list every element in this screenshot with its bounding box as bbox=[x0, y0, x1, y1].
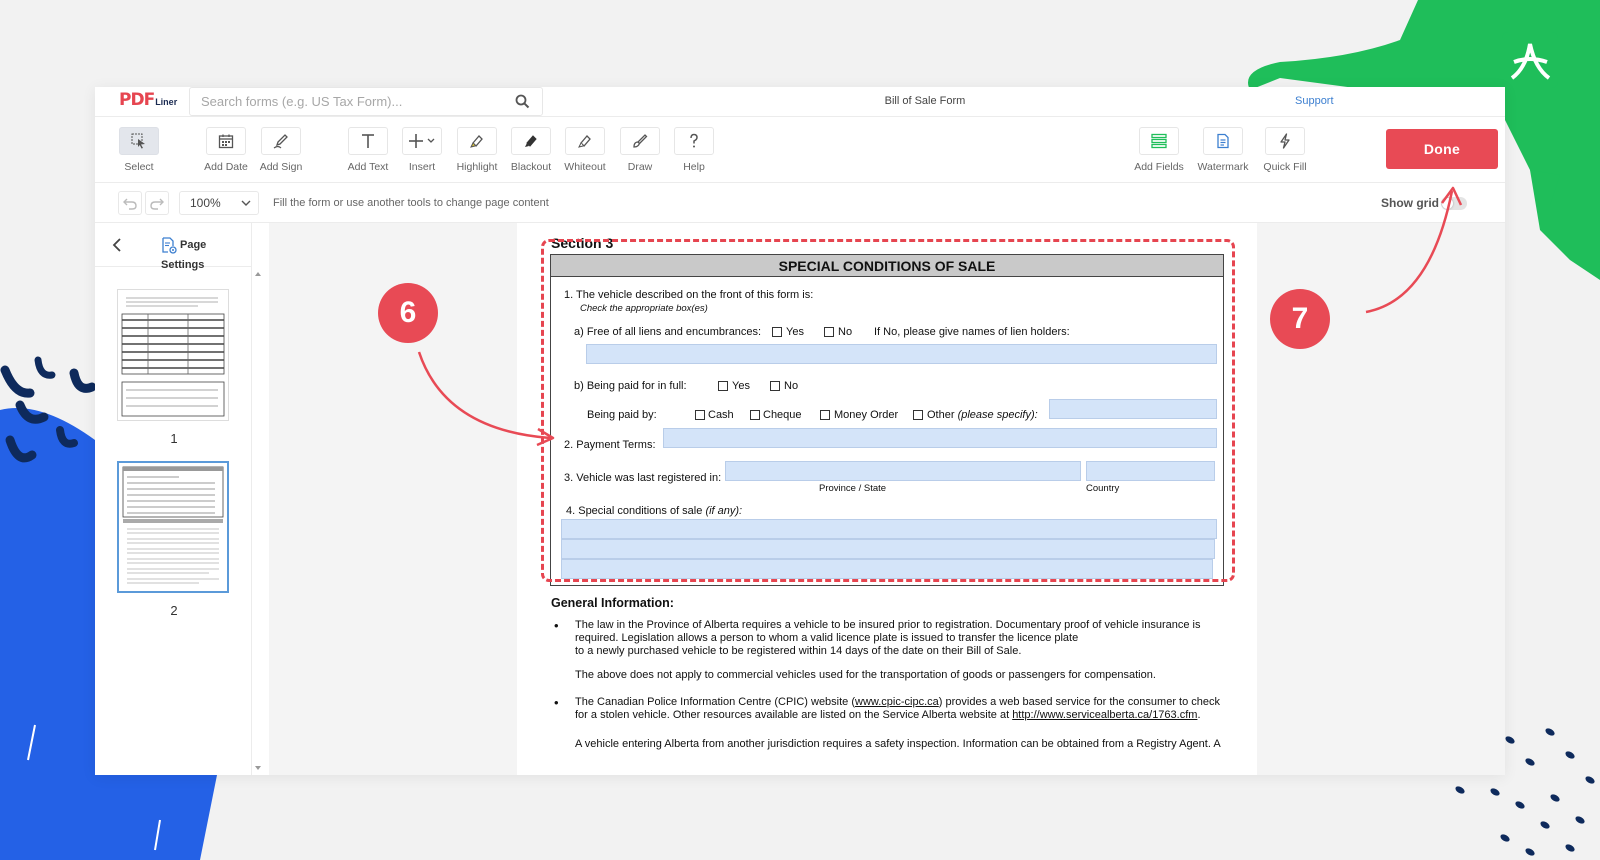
app-window: PDF Liner Bill of Sale Form Support Sele… bbox=[95, 87, 1505, 775]
chevron-left-icon[interactable] bbox=[109, 237, 125, 253]
add-sign-label: Add Sign bbox=[259, 161, 303, 173]
watermark-label: Watermark bbox=[1197, 161, 1249, 173]
search-input[interactable] bbox=[190, 88, 510, 115]
bullet-1-line-3: to a newly purchased vehicle to be regis… bbox=[575, 645, 1022, 657]
highlight-label: Highlight bbox=[456, 161, 498, 173]
show-grid-toggle[interactable] bbox=[1441, 197, 1467, 210]
bullet-1-line-1: The law in the Province of Alberta requi… bbox=[575, 619, 1201, 631]
document-title: Bill of Sale Form bbox=[884, 95, 966, 107]
add-text-button[interactable]: Add Text bbox=[338, 127, 398, 179]
step-6-badge: 6 bbox=[378, 283, 438, 343]
watermark-doc-icon bbox=[1217, 133, 1229, 149]
toolbar-hint-text: Fill the form or use another tools to ch… bbox=[273, 197, 549, 209]
search-box bbox=[189, 87, 543, 116]
select-tool-label: Select bbox=[124, 161, 154, 173]
document-page: Section 3 SPECIAL CONDITIONS OF SALE 1. … bbox=[517, 223, 1257, 775]
page-number: 2 bbox=[170, 603, 178, 618]
quick-fill-label: Quick Fill bbox=[1263, 161, 1307, 173]
undo-button[interactable] bbox=[118, 191, 142, 215]
logo-main-text: PDF bbox=[119, 90, 155, 110]
general-info-bullet-1: The law in the Province of Alberta requi… bbox=[554, 619, 1235, 658]
brush-icon bbox=[633, 134, 648, 148]
highlighter-icon bbox=[470, 135, 483, 148]
add-fields-button[interactable]: Add Fields bbox=[1129, 127, 1189, 179]
bullet-2-text-d: . bbox=[1197, 709, 1201, 721]
calendar-icon bbox=[218, 134, 234, 149]
page-number: 1 bbox=[170, 431, 178, 446]
redo-icon bbox=[150, 198, 164, 210]
general-info-bullet-2: The Canadian Police Information Centre (… bbox=[554, 696, 1235, 722]
redo-button[interactable] bbox=[145, 191, 169, 215]
bullet-2-text-a: The Canadian Police Information Centre (… bbox=[575, 696, 856, 708]
general-info-paragraph-2: The above does not apply to commercial v… bbox=[575, 669, 1156, 681]
pages-sidebar: Page Settings 1 2 bbox=[95, 223, 252, 775]
add-date-button[interactable]: Add Date bbox=[196, 127, 256, 179]
zoom-select[interactable]: 100% bbox=[179, 191, 259, 215]
text-t-icon bbox=[362, 134, 374, 148]
step-7-badge: 7 bbox=[1270, 289, 1330, 349]
whiteout-button[interactable]: Whiteout bbox=[555, 127, 615, 179]
fields-list-icon bbox=[1151, 133, 1167, 149]
show-grid-label: Show grid bbox=[1381, 196, 1439, 210]
sidebar-scrollbar[interactable] bbox=[253, 267, 263, 775]
page-settings-button[interactable]: Page Settings bbox=[161, 235, 251, 271]
blackout-label: Blackout bbox=[510, 161, 552, 173]
blackout-marker-icon bbox=[525, 135, 537, 147]
top-bar: PDF Liner Bill of Sale Form Support bbox=[95, 87, 1505, 117]
plus-dropdown-icon bbox=[409, 134, 435, 148]
whiteout-label: Whiteout bbox=[564, 161, 606, 173]
toolbar: Select Add Date Add Sign Add Text Insert… bbox=[95, 117, 1505, 183]
draw-button[interactable]: Draw bbox=[610, 127, 670, 179]
question-mark-icon bbox=[690, 133, 698, 148]
pdfliner-logo[interactable]: PDF Liner bbox=[119, 90, 177, 114]
undo-icon bbox=[123, 198, 137, 210]
done-button[interactable]: Done bbox=[1386, 129, 1498, 169]
page-thumbnail-1[interactable]: 1 bbox=[117, 289, 231, 446]
page-thumbnail-2[interactable]: 2 bbox=[117, 461, 231, 618]
page-thumbnail-image bbox=[117, 289, 229, 421]
decorative-dark-brush bbox=[0, 356, 97, 463]
bullet-2-line-1: The Canadian Police Information Centre (… bbox=[575, 696, 1235, 709]
secondary-toolbar: 100% Fill the form or use another tools … bbox=[95, 183, 1505, 223]
draw-label: Draw bbox=[627, 161, 653, 173]
zoom-value: 100% bbox=[190, 196, 221, 210]
quick-fill-button[interactable]: Quick Fill bbox=[1255, 127, 1315, 179]
page-1-preview bbox=[121, 297, 225, 417]
bullet-2-line-2: for a stolen vehicle. Other resources av… bbox=[575, 709, 1235, 722]
insert-button[interactable]: Insert bbox=[392, 127, 452, 179]
add-sign-button[interactable]: Add Sign bbox=[251, 127, 311, 179]
watermark-button[interactable]: Watermark bbox=[1193, 127, 1253, 179]
page-2-preview bbox=[122, 466, 224, 584]
highlight-button[interactable]: Highlight bbox=[447, 127, 507, 179]
search-icon[interactable] bbox=[515, 94, 530, 109]
add-date-label: Add Date bbox=[204, 161, 248, 173]
page-thumbnail-image bbox=[117, 461, 229, 593]
logo-sub-text: Liner bbox=[155, 97, 178, 107]
highlight-dashed-outline bbox=[541, 239, 1235, 582]
add-text-label: Add Text bbox=[347, 161, 389, 173]
add-fields-label: Add Fields bbox=[1134, 161, 1184, 173]
whiteout-marker-icon bbox=[578, 135, 591, 148]
sidebar-header: Page Settings bbox=[95, 223, 251, 271]
general-info-bullet-3: A vehicle entering Alberta from another … bbox=[575, 738, 1235, 751]
general-information-title: General Information: bbox=[551, 596, 674, 610]
pdfliner-logo-icon bbox=[1502, 32, 1558, 88]
page-settings-icon bbox=[162, 236, 177, 254]
blackout-button[interactable]: Blackout bbox=[501, 127, 561, 179]
help-button[interactable]: Help bbox=[664, 127, 724, 179]
cpic-link[interactable]: www.cpic-cipc.ca bbox=[855, 696, 939, 708]
lightning-bolt-icon bbox=[1280, 133, 1290, 149]
bullet-2-text-b: ) provides a web based service for the c… bbox=[938, 696, 1221, 708]
bullet-1-line-2: required. Legislation allows a person to… bbox=[575, 632, 1079, 644]
service-alberta-link[interactable]: http://www.servicealberta.ca/1763.cfm bbox=[1012, 709, 1197, 721]
cursor-select-icon bbox=[131, 133, 145, 149]
chevron-down-icon bbox=[241, 200, 251, 206]
support-link[interactable]: Support bbox=[1295, 87, 1334, 116]
insert-label: Insert bbox=[408, 161, 436, 173]
select-tool-button[interactable]: Select bbox=[109, 127, 169, 179]
help-label: Help bbox=[683, 161, 705, 173]
bullet-2-text-c: for a stolen vehicle. Other resources av… bbox=[575, 709, 1013, 721]
signature-pen-icon bbox=[273, 134, 288, 149]
